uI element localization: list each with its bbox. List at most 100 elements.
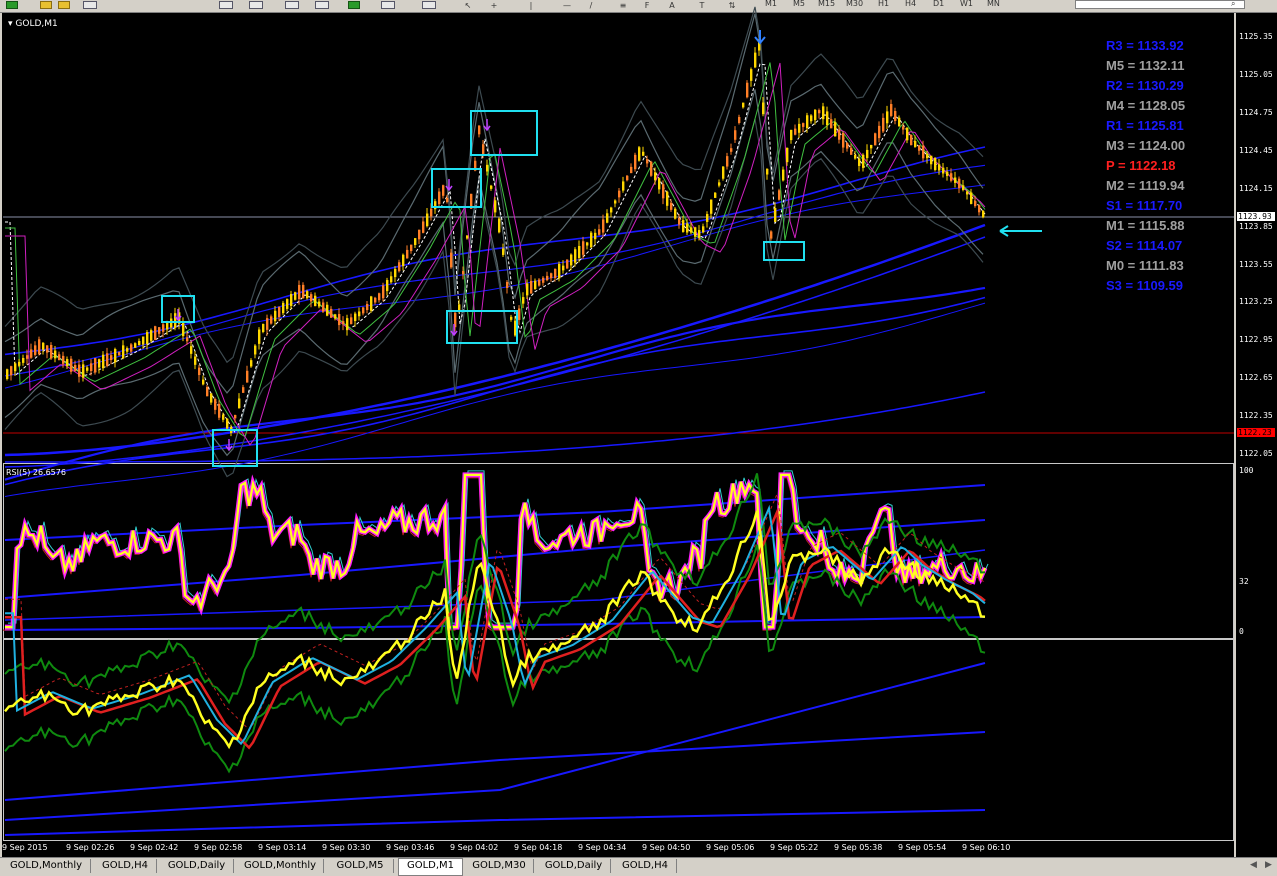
candle-body [174,313,177,328]
candle-body [430,208,433,217]
candle-body [278,306,281,318]
pivot-level: M3 = 1124.00 [1106,138,1186,153]
candle-body [86,367,89,371]
candle-body [818,110,821,114]
candle-body [142,336,145,345]
osc-envelope [4,473,986,705]
candle-body [238,398,241,409]
tab-gold-daily[interactable]: GOLD,Daily [160,859,234,873]
tab-gold-m1[interactable]: GOLD,M1 [398,858,463,876]
tab-gold-daily[interactable]: GOLD,Daily [537,859,611,873]
candle-body [702,226,705,233]
candle-body [442,185,445,196]
candle-body [10,366,13,376]
time-tick: 9 Sep 05:38 [834,843,883,852]
candle-body [138,340,141,346]
candle-body [270,316,273,324]
candle-body [254,345,257,355]
tab-scroll-left-icon[interactable]: ◀ [1250,860,1257,870]
candle-body [658,178,661,190]
candle-body [770,231,773,239]
candle-body [526,283,529,296]
candle-body [154,326,157,340]
candle-body [334,314,337,319]
candle-body [834,122,837,137]
candle-body [406,249,409,259]
candle-body [490,185,493,189]
candle-body [54,350,57,359]
envelope-band [4,146,986,356]
candle-body [342,321,345,325]
tab-gold-h4[interactable]: GOLD,H4 [94,859,157,873]
candle-body [90,363,93,372]
candle-body [626,175,629,181]
price-tick: 1124.75 [1239,108,1273,117]
candle-body [302,284,305,299]
candle-body [366,303,369,311]
time-tick: 9 Sep 04:34 [578,843,627,852]
candle-body [290,294,293,306]
candle-body [338,314,341,326]
candle-body [786,147,789,163]
candle-body [466,235,469,239]
pivot-level: S3 = 1109.59 [1106,278,1183,293]
candle-body [586,242,589,246]
candle-body [670,202,673,210]
tab-gold-monthly[interactable]: GOLD,Monthly [237,859,324,873]
symbol-label: ▾ GOLD,M1 [8,19,58,29]
candle-body [102,354,105,369]
tab-scroll-right-icon[interactable]: ▶ [1265,860,1272,870]
tab-gold-h4[interactable]: GOLD,H4 [614,859,677,873]
candle-body [630,166,633,174]
price-tick: 1122.65 [1239,373,1273,382]
candle-body [682,220,685,232]
price-tick: 1124.15 [1239,184,1273,193]
candle-body [294,292,297,300]
candle-body [858,158,861,166]
candle-body [262,324,265,332]
candle-body [846,142,849,149]
tab-gold-monthly[interactable]: GOLD,Monthly [2,859,91,873]
time-tick: 9 Sep 02:58 [194,843,243,852]
candle-body [794,128,797,135]
candle-body [842,132,845,148]
candle-body [422,221,425,233]
symbol-text: GOLD,M1 [15,19,58,29]
price-tick: 1123.55 [1239,260,1273,269]
pivot-level: R1 = 1125.81 [1106,118,1184,133]
tab-gold-m5[interactable]: GOLD,M5 [327,859,394,873]
candle-body [398,262,401,272]
candle-body [314,295,317,307]
collapse-arrow-icon[interactable]: ▾ [8,19,13,29]
osc-band [4,809,986,836]
rsi-tick-32: 32 [1239,577,1249,586]
highlight-box [470,110,538,156]
candle-body [190,346,193,354]
candle-body [30,349,33,358]
tab-gold-m30[interactable]: GOLD,M30 [465,859,534,873]
candle-body [518,308,521,320]
candle-body [350,317,353,325]
bollinger-band [4,89,984,457]
pivot-level: S1 = 1117.70 [1106,198,1183,213]
candle-body [866,149,869,159]
price-tick: 1123.85 [1239,222,1273,231]
candle-body [146,332,149,344]
signal-arrow [483,119,491,132]
candle-body [478,125,481,135]
candle-body [966,191,969,195]
candle-body [594,232,597,240]
candle-body [718,182,721,186]
candle-body [686,223,689,233]
candle-body [358,311,361,317]
candle-body [94,358,97,373]
current-price-tag: 1123.93 [1237,212,1275,221]
candle-body [726,156,729,167]
candle-body [282,302,285,314]
candle-body [746,82,749,98]
price-tick: 1122.95 [1239,335,1273,344]
candle-body [486,164,489,172]
candle-body [826,111,829,126]
price-tick: 1122.35 [1239,411,1273,420]
candle-body [562,265,565,271]
